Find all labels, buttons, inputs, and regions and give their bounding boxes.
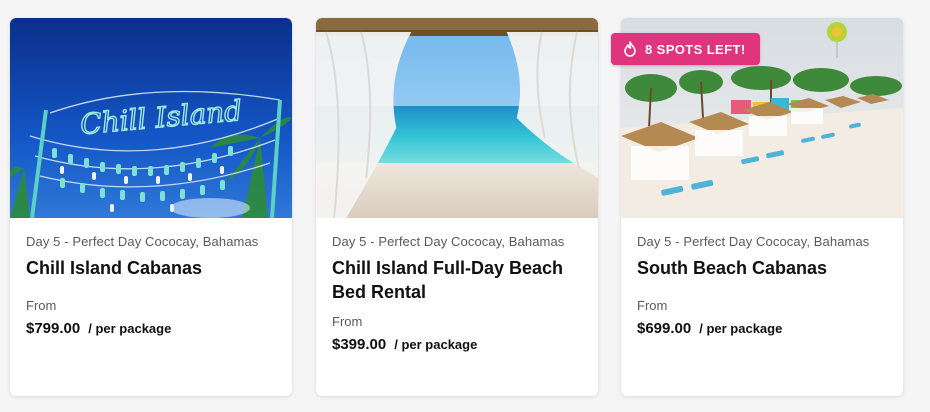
price-row: $399.00 / per package xyxy=(332,336,582,353)
price-row: $699.00 / per package xyxy=(637,320,887,337)
card-image[interactable] xyxy=(316,18,598,218)
excursion-card-beach-bed-rental[interactable]: Day 5 - Perfect Day Cococay, Bahamas Chi… xyxy=(316,18,598,396)
card-itinerary-day: Day 5 - Perfect Day Cococay, Bahamas xyxy=(637,234,870,249)
excursion-card-chill-island-cabanas[interactable]: Chill Island Day 5 - Perfect Day Cococay… xyxy=(10,18,292,396)
chill-island-photo: Chill Island xyxy=(10,18,292,218)
card-itinerary-day: Day 5 - Perfect Day Cococay, Bahamas xyxy=(332,234,565,249)
price-from-label: From xyxy=(637,298,668,313)
flame-icon xyxy=(623,41,637,57)
price-row: $799.00 / per package xyxy=(26,320,276,337)
card-itinerary-day: Day 5 - Perfect Day Cococay, Bahamas xyxy=(26,234,259,249)
price-unit: / per package xyxy=(394,337,478,352)
spots-left-badge: 8 SPOTS LEFT! xyxy=(611,33,760,65)
price-from-label: From xyxy=(26,298,57,313)
price-from-label: From xyxy=(332,314,363,329)
excursion-card-grid: Chill Island Day 5 - Perfect Day Cococay… xyxy=(0,0,930,412)
price-value: $799.00 xyxy=(26,320,81,337)
card-image[interactable]: Chill Island xyxy=(10,18,292,218)
price-unit: / per package xyxy=(699,321,783,336)
card-title[interactable]: Chill Island Full-Day Beach Bed Rental xyxy=(332,256,582,304)
price-unit: / per package xyxy=(88,321,172,336)
card-title[interactable]: South Beach Cabanas xyxy=(637,256,887,280)
price-value: $399.00 xyxy=(332,336,387,353)
card-title[interactable]: Chill Island Cabanas xyxy=(26,256,276,280)
badge-text: 8 SPOTS LEFT! xyxy=(645,41,746,57)
price-value: $699.00 xyxy=(637,320,692,337)
excursion-card-south-beach-cabanas[interactable]: 8 SPOTS LEFT! Day 5 - Perfect Day Cococa… xyxy=(611,18,903,396)
beach-bed-photo xyxy=(316,18,598,218)
